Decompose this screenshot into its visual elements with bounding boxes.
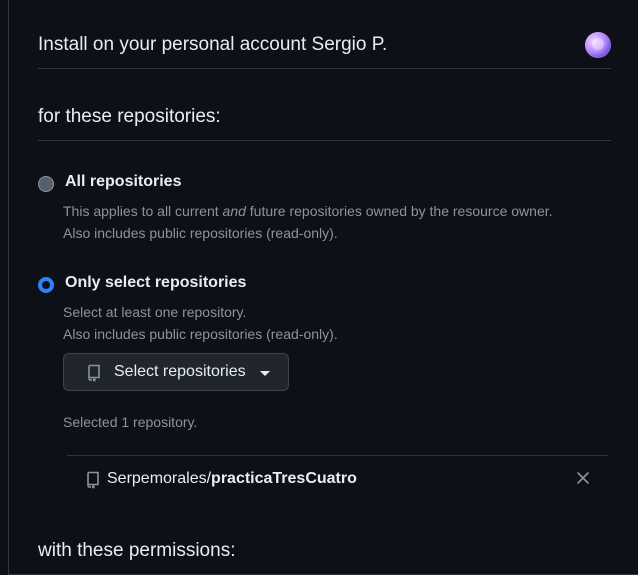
select-repositories-label: Select repositories	[114, 363, 246, 380]
option-all-desc-em: and	[222, 203, 246, 219]
install-header: Install on your personal account Sergio …	[38, 26, 611, 69]
avatar	[585, 32, 611, 58]
repo-icon	[86, 364, 102, 387]
option-all-desc-post: future repositories owned by the resourc…	[245, 203, 553, 219]
page-title: Install on your personal account Sergio …	[38, 34, 388, 55]
option-only-description: Select at least one repository. Also inc…	[63, 301, 603, 345]
repository-name: Serpemorales/practicaTresCuatro	[107, 470, 357, 488]
repo-icon	[85, 471, 101, 494]
repository-short-name: practicaTresCuatro	[211, 470, 357, 487]
option-all-label: All repositories	[65, 173, 182, 190]
selected-repository-count: Selected 1 repository.	[63, 414, 198, 430]
list-item: Serpemorales/practicaTresCuatro	[67, 455, 608, 504]
option-all-desc-pre: This applies to all current	[63, 203, 223, 219]
option-only-select-repositories[interactable]: Only select repositories Select at least…	[38, 274, 611, 347]
option-all-repositories[interactable]: All repositories This applies to all cur…	[38, 173, 611, 246]
chevron-down-icon	[260, 371, 270, 376]
option-all-desc-line2: Also includes public repositories (read-…	[63, 225, 338, 241]
option-only-label: Only select repositories	[65, 274, 247, 291]
permissions-section-label: with these permissions:	[38, 540, 236, 561]
repositories-section-label: for these repositories:	[38, 106, 221, 127]
repositories-section-title: for these repositories:	[38, 102, 611, 141]
radio-only-select-repositories[interactable]	[38, 277, 54, 293]
repository-owner: Serpemorales/	[107, 470, 212, 487]
close-icon[interactable]	[576, 471, 590, 485]
option-only-desc-line2: Also includes public repositories (read-…	[63, 326, 338, 342]
permissions-section-title: with these permissions:	[38, 536, 611, 575]
option-all-description: This applies to all current and future r…	[63, 200, 603, 244]
select-repositories-button[interactable]: Select repositories	[63, 353, 289, 391]
option-only-desc-line1: Select at least one repository.	[63, 304, 247, 320]
radio-all-repositories[interactable]	[38, 176, 54, 192]
